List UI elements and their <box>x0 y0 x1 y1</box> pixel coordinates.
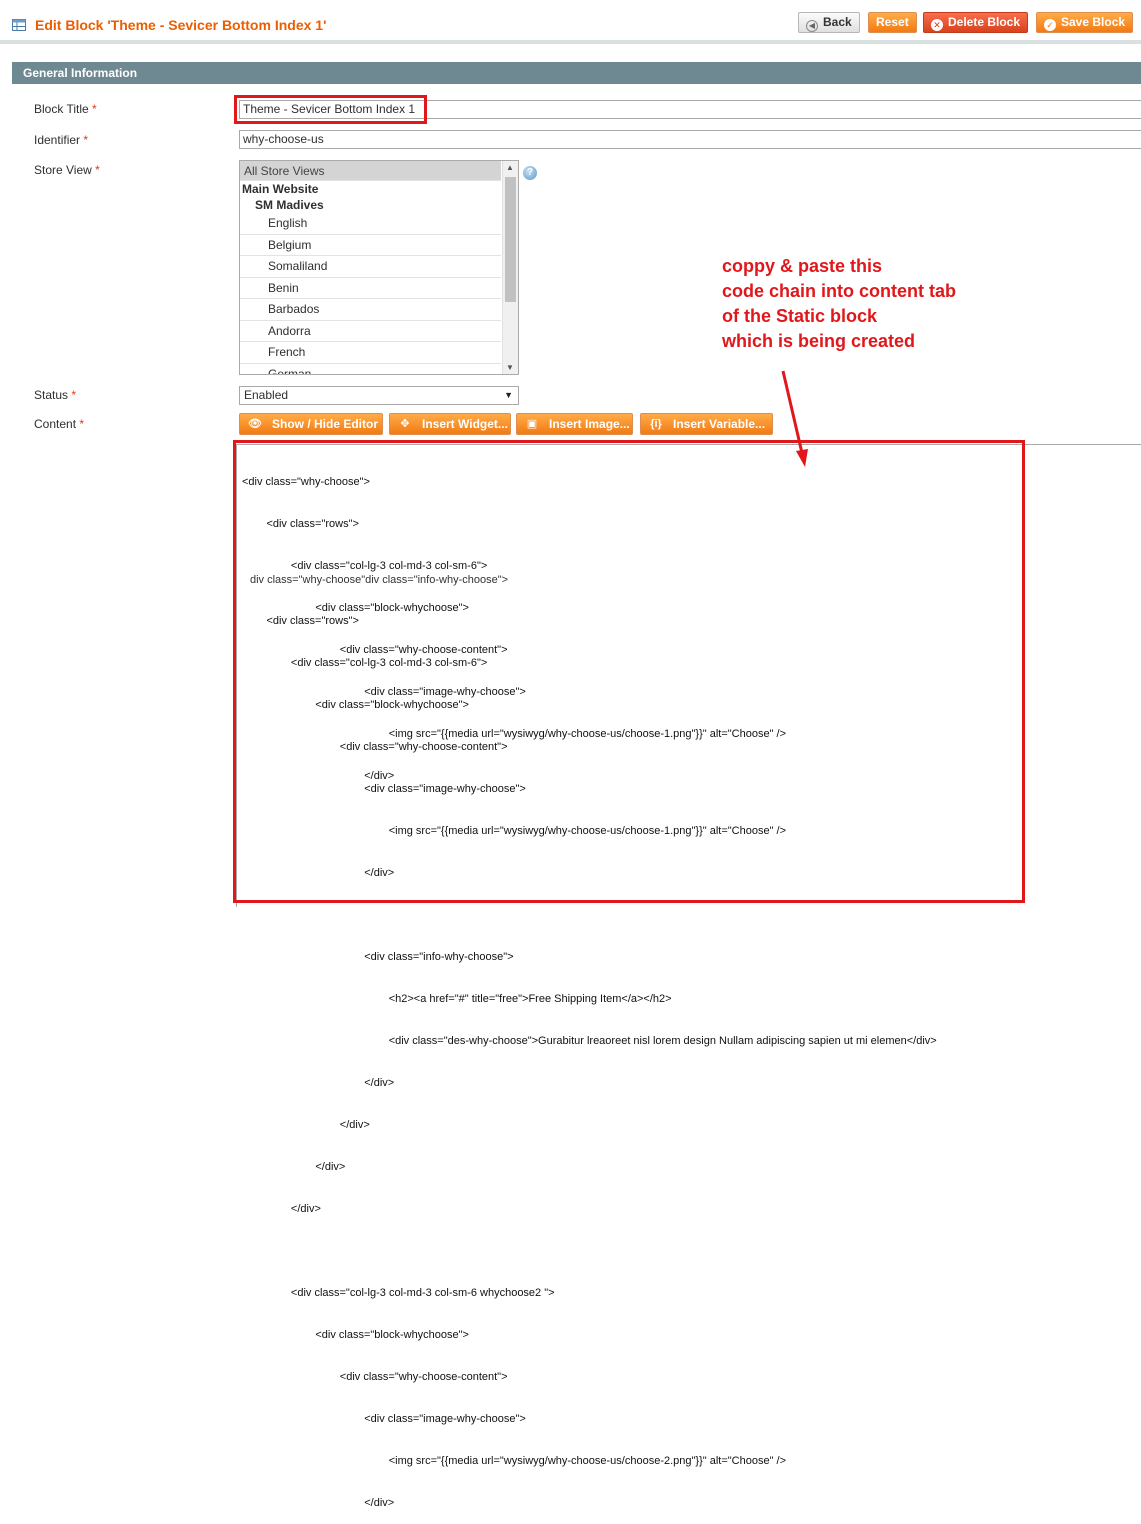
code-line: <div class="image-why-choose"> <box>242 1413 526 1425</box>
identifier-input[interactable]: why-choose-us <box>239 130 1141 149</box>
highlight-box-editor <box>233 440 1025 903</box>
checkmark-icon: ✓ <box>1044 19 1056 31</box>
store-view-group-store: SM Madives <box>255 198 324 212</box>
block-grid-icon <box>12 19 26 31</box>
insert-widget-button[interactable]: ✥ Insert Widget... <box>389 413 511 435</box>
dropdown-arrow-icon: ▼ <box>504 390 513 400</box>
store-view-option[interactable]: English <box>240 213 501 235</box>
block-title-label: Block Title * <box>34 102 97 116</box>
save-block-button[interactable]: ✓ Save Block <box>1036 12 1134 33</box>
insert-variable-button[interactable]: {i} Insert Variable... <box>640 413 773 435</box>
store-view-label: Store View * <box>34 163 100 177</box>
code-line: <img src="{{media url="wysiwyg/why-choos… <box>242 1455 787 1467</box>
store-view-option[interactable]: Benin <box>240 278 501 299</box>
status-label: Status * <box>34 388 77 402</box>
insert-image-button[interactable]: ▣ Insert Image... <box>516 413 633 435</box>
highlight-box-title <box>234 95 427 124</box>
arrow-left-icon: ◀ <box>806 20 818 32</box>
scrollbar-thumb[interactable] <box>505 177 516 302</box>
widget-icon: ✥ <box>400 418 410 430</box>
code-line: <div class="info-why-choose"> <box>242 951 514 963</box>
code-line: </div> <box>242 1119 370 1131</box>
eye-icon: 👁 <box>248 418 262 430</box>
store-view-option[interactable]: Belgium <box>240 235 501 256</box>
delete-icon: ✕ <box>931 19 943 31</box>
code-line: </div> <box>242 1077 395 1089</box>
annotation-text: coppy & paste this code chain into conte… <box>722 256 957 351</box>
store-view-group-website: Main Website <box>242 182 319 196</box>
store-view-option[interactable]: French <box>240 342 501 364</box>
code-line: <div class="des-why-choose">Gurabitur lr… <box>242 1035 937 1047</box>
scroll-down-icon[interactable]: ▼ <box>506 363 514 372</box>
annotation-arrow <box>781 370 808 467</box>
code-line: <div class="why-choose-content"> <box>242 1371 508 1383</box>
code-line: <div class="col-lg-3 col-md-3 col-sm-6 w… <box>242 1287 555 1299</box>
status-select[interactable]: Enabled ▼ <box>239 386 519 405</box>
code-line: <div class="block-whychoose"> <box>242 1329 469 1341</box>
code-line: </div> <box>242 1497 395 1509</box>
store-view-option[interactable]: Barbados <box>240 299 501 321</box>
page-title: Edit Block 'Theme - Sevicer Bottom Index… <box>35 17 327 33</box>
variable-icon: {i} <box>650 418 662 430</box>
code-line: </div> <box>242 1161 346 1173</box>
content-label: Content * <box>34 417 85 431</box>
delete-block-button[interactable]: ✕ Delete Block <box>923 12 1029 33</box>
code-line: <h2><a href="#" title="free">Free Shippi… <box>242 993 672 1005</box>
identifier-label: Identifier * <box>34 133 89 147</box>
section-general-information[interactable]: General Information <box>12 62 1141 84</box>
scroll-up-icon[interactable]: ▲ <box>506 163 514 172</box>
store-view-option-all[interactable]: All Store Views <box>240 161 501 181</box>
back-button[interactable]: ◀ Back <box>798 12 860 33</box>
code-line: </div> <box>242 1203 321 1215</box>
store-view-option[interactable]: Andorra <box>240 321 501 342</box>
help-icon[interactable]: ? <box>523 166 537 180</box>
image-icon: ▣ <box>526 418 538 430</box>
reset-button[interactable]: Reset <box>868 12 917 33</box>
store-view-option[interactable]: Somaliland <box>240 256 501 278</box>
page-header: Edit Block 'Theme - Sevicer Bottom Index… <box>0 0 1141 44</box>
store-view-scrollbar[interactable]: ▲ ▼ <box>502 161 518 374</box>
store-view-option[interactable]: German <box>240 364 501 375</box>
show-hide-editor-button[interactable]: 👁 Show / Hide Editor <box>239 413 383 435</box>
store-view-multiselect[interactable]: All Store Views Main Website SM Madives … <box>239 160 519 375</box>
